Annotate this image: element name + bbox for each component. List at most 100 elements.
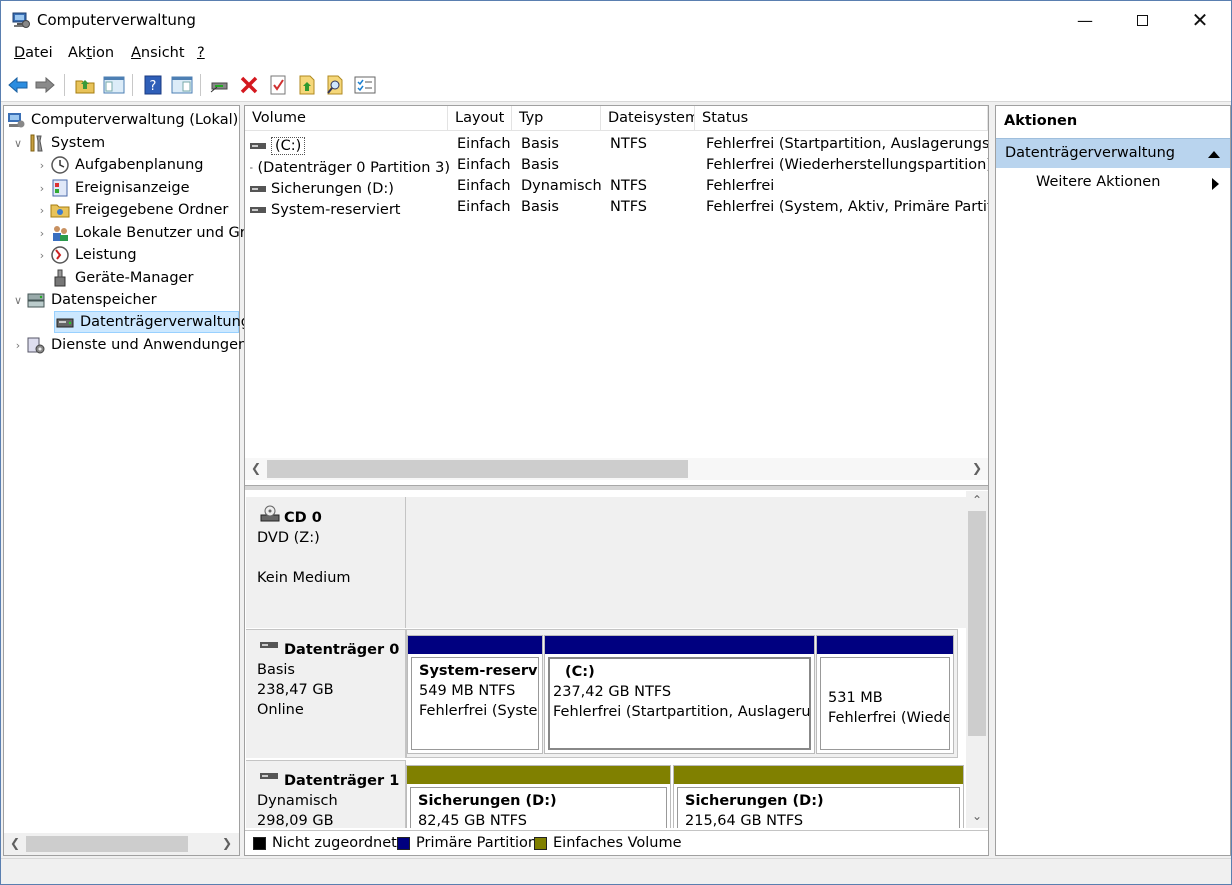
title-bar: Computerverwaltung — ✕ xyxy=(1,1,1231,39)
scroll-thumb[interactable] xyxy=(267,460,688,478)
back-arrow-icon xyxy=(8,76,28,94)
table-row[interactable]: (C:) xyxy=(250,135,450,156)
tree-item-lokale-benutzer[interactable]: › Lokale Benutzer und Gru xyxy=(34,222,255,244)
scroll-right-icon[interactable]: ❯ xyxy=(972,461,982,475)
cell-status: Fehlerfrei (System, Aktiv, Primäre Parti… xyxy=(706,199,988,215)
scroll-left-icon[interactable]: ❮ xyxy=(10,836,20,850)
forward-button[interactable] xyxy=(33,73,57,97)
tree-item-dienste[interactable]: › Dienste und Anwendungen xyxy=(10,334,247,356)
partition-sicherungen-2[interactable]: Sicherungen (D:) 215,64 GB NTFS xyxy=(673,765,964,828)
show-hide-tree-button[interactable] xyxy=(102,73,126,97)
menu-ansicht[interactable]: Ansicht xyxy=(131,45,185,61)
partition-recovery[interactable]: 531 MB Fehlerfrei (Wieder xyxy=(816,635,954,754)
tree-item-aufgabenplanung[interactable]: › Aufgabenplanung xyxy=(34,154,204,176)
back-button[interactable] xyxy=(6,73,30,97)
column-layout[interactable]: Layout xyxy=(448,106,512,130)
disk-info-disk1[interactable]: Datenträger 1 Dynamisch 298,09 GB xyxy=(246,760,406,828)
cell-type: Basis xyxy=(521,199,559,215)
column-status[interactable]: Status xyxy=(695,106,988,130)
scroll-thumb[interactable] xyxy=(26,836,188,852)
scroll-down-icon[interactable]: ⌄ xyxy=(972,809,982,823)
list-button[interactable] xyxy=(353,73,377,97)
storage-icon xyxy=(26,290,46,310)
disk-info-cd0[interactable]: CD 0 DVD (Z:) Kein Medium xyxy=(246,497,406,628)
actions-pane: Aktionen Datenträgerverwaltung Weitere A… xyxy=(995,105,1231,856)
partition-status: Fehlerfrei (Wieder xyxy=(828,710,950,726)
legend-swatch xyxy=(534,836,547,850)
more-actions-item[interactable]: Weitere Aktionen xyxy=(996,170,1230,196)
chevron-right-icon[interactable]: › xyxy=(34,204,50,217)
tree-item-datentraegerverwaltung[interactable]: Datenträgerverwaltung xyxy=(54,311,250,333)
partition-c[interactable]: (C:) 237,42 GB NTFS Fehlerfrei (Startpar… xyxy=(544,635,815,754)
disk1-partitions: Sicherungen (D:) 82,45 GB NTFS Sicherung… xyxy=(406,765,964,828)
volume-list-horizontal-scrollbar[interactable]: ❮ ❯ xyxy=(245,458,988,480)
disk-graph-area: CD 0 DVD (Z:) Kein Medium Datenträger 0 … xyxy=(245,491,988,828)
tree-item-root[interactable]: Computerverwaltung (Lokal) xyxy=(6,109,238,131)
delete-button[interactable] xyxy=(237,73,261,97)
minimize-icon: — xyxy=(1077,10,1093,30)
chevron-right-icon[interactable]: › xyxy=(10,339,26,352)
users-icon xyxy=(50,223,70,243)
collapse-up-icon[interactable] xyxy=(1208,150,1220,158)
up-one-level-button[interactable] xyxy=(73,73,97,97)
menu-datei[interactable]: Datei xyxy=(14,45,53,61)
scroll-right-icon[interactable]: ❯ xyxy=(222,836,232,850)
shared-folder-icon xyxy=(50,200,70,220)
disk-info-disk0[interactable]: Datenträger 0 Basis 238,47 GB Online xyxy=(246,629,406,758)
chevron-down-icon[interactable]: ∨ xyxy=(10,294,26,307)
menu-aktion[interactable]: Aktion xyxy=(68,45,114,61)
table-row[interactable]: Sicherungen (D:) xyxy=(250,178,450,199)
cell-type: Basis xyxy=(521,136,559,152)
disk-media: Kein Medium xyxy=(257,570,351,586)
tree-item-leistung[interactable]: › Leistung xyxy=(34,244,137,266)
performance-icon xyxy=(50,245,70,265)
maximize-button[interactable] xyxy=(1119,1,1165,39)
disk-state: Online xyxy=(257,702,304,718)
cell-status: Fehlerfrei (Startpartition, Auslagerungs… xyxy=(706,136,988,152)
column-dateisystem[interactable]: Dateisystem xyxy=(601,106,695,130)
partition-name: (C:) xyxy=(563,664,597,680)
column-typ[interactable]: Typ xyxy=(512,106,601,130)
search-icon xyxy=(327,75,343,95)
table-row[interactable]: System-reserviert xyxy=(250,199,450,220)
properties-button[interactable] xyxy=(170,73,194,97)
tree-horizontal-scrollbar[interactable]: ❮ ❯ xyxy=(4,833,239,855)
help-button[interactable]: ? xyxy=(141,73,165,97)
disk-graph-vertical-scrollbar[interactable]: ⌃ ⌄ xyxy=(966,491,988,828)
cd0-empty-area xyxy=(406,497,966,628)
actions-section-header[interactable]: Datenträgerverwaltung xyxy=(996,138,1230,168)
export-button[interactable] xyxy=(295,73,319,97)
pane-splitter[interactable] xyxy=(245,485,988,490)
partition-system-reserved[interactable]: System-reservier 549 MB NTFS Fehlerfrei … xyxy=(407,635,543,754)
chevron-down-icon[interactable]: ∨ xyxy=(10,137,26,150)
chevron-right-icon[interactable]: › xyxy=(34,159,50,172)
partition-sicherungen-1[interactable]: Sicherungen (D:) 82,45 GB NTFS xyxy=(406,765,671,828)
partition-name: Sicherungen (D:) xyxy=(418,793,557,809)
scroll-left-icon[interactable]: ❮ xyxy=(251,461,261,475)
menu-help[interactable]: ? xyxy=(197,45,205,61)
table-row[interactable]: (Datenträger 0 Partition 3) xyxy=(250,157,450,178)
tree-item-freigegebene-ordner[interactable]: › Freigegebene Ordner xyxy=(34,199,229,221)
disk-icon xyxy=(260,642,278,648)
connect-button[interactable] xyxy=(208,73,232,97)
volume-icon xyxy=(250,185,266,192)
check-button[interactable] xyxy=(266,73,290,97)
chevron-right-icon[interactable]: › xyxy=(34,249,50,262)
scroll-up-icon[interactable]: ⌃ xyxy=(972,493,982,507)
minimize-button[interactable]: — xyxy=(1062,1,1108,39)
tree-item-geraete-manager[interactable]: Geräte-Manager xyxy=(34,267,193,289)
tree-item-system[interactable]: ∨ System xyxy=(10,132,105,154)
search-button[interactable] xyxy=(324,73,348,97)
chevron-right-icon[interactable]: › xyxy=(34,182,50,195)
scroll-thumb[interactable] xyxy=(968,511,986,736)
volume-icon xyxy=(250,167,253,168)
cell-filesystem: NTFS xyxy=(610,178,647,194)
cell-layout: Einfach xyxy=(457,199,511,215)
column-volume[interactable]: Volume xyxy=(245,106,448,130)
chevron-right-icon[interactable]: › xyxy=(34,227,50,240)
partition-size: 237,42 GB NTFS xyxy=(553,684,672,700)
cell-filesystem: NTFS xyxy=(610,136,647,152)
close-button[interactable]: ✕ xyxy=(1177,1,1223,39)
tree-item-datenspeicher[interactable]: ∨ Datenspeicher xyxy=(10,289,157,311)
tree-item-ereignisanzeige[interactable]: › Ereignisanzeige xyxy=(34,177,190,199)
